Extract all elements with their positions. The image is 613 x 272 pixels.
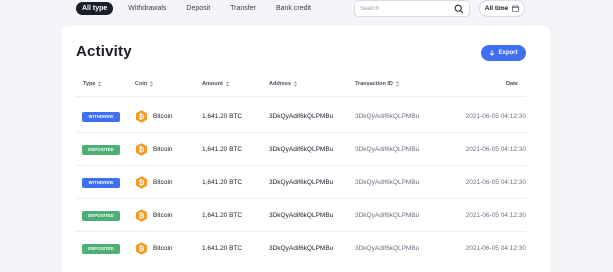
type-tabs: All type Withdrawals Deposit Transfer Ba… — [76, 2, 326, 15]
page-title: Activity — [76, 43, 132, 60]
svg-text:₿: ₿ — [139, 179, 145, 187]
table-row[interactable]: WITHDREW ₿ Bitcoin 1,641.20 BTC 3DkQyAdi… — [62, 100, 550, 133]
status-badge: WITHDREW — [82, 178, 120, 188]
svg-text:₿: ₿ — [139, 146, 145, 154]
coin-name: Bitcoin — [153, 212, 173, 219]
tab-all-type[interactable]: All type — [76, 2, 114, 15]
transaction-id: 3DkQyAdif6kQLPMBu — [355, 212, 420, 219]
status-badge: WITHDREW — [82, 112, 120, 122]
column-header-label: Amount — [202, 81, 223, 87]
calendar-icon — [512, 5, 520, 12]
filter-bar: All type Withdrawals Deposit Transfer Ba… — [0, 0, 613, 20]
amount: 1,641.20 BTC — [202, 179, 243, 186]
amount: 1,641.20 BTC — [202, 113, 243, 120]
sort-icon — [293, 81, 298, 87]
tab-bank-credit[interactable]: Bank credit — [271, 2, 316, 15]
download-icon — [490, 50, 495, 56]
time-filter-button[interactable]: All time — [479, 0, 525, 17]
coin-name: Bitcoin — [153, 179, 173, 186]
tab-transfer[interactable]: Transfer — [225, 2, 261, 15]
svg-text:₿: ₿ — [139, 245, 145, 253]
time-filter-label: All time — [484, 5, 509, 12]
table-row[interactable]: WITHDREW ₿ Bitcoin 1,641.20 BTC 3DkQyAdi… — [62, 166, 550, 199]
search-box — [354, 0, 470, 17]
address: 3DkQyAdif6kQLPMBu — [269, 146, 334, 153]
tab-withdrawals[interactable]: Withdrawals — [123, 2, 171, 15]
table-row[interactable]: DEPOSITED ₿ Bitcoin 1,641.20 BTC 3DkQyAd… — [62, 232, 550, 265]
address: 3DkQyAdif6kQLPMBu — [269, 179, 334, 186]
column-header-label: Address — [269, 81, 292, 87]
header-divider — [76, 96, 526, 97]
column-header-label: Coin — [135, 81, 148, 87]
coin-name: Bitcoin — [153, 146, 173, 153]
table-row[interactable]: DEPOSITED ₿ Bitcoin 1,641.20 BTC 3DkQyAd… — [62, 133, 550, 166]
address: 3DkQyAdif6kQLPMBu — [269, 212, 334, 219]
coin-name: Bitcoin — [153, 245, 173, 252]
column-header-type[interactable]: Type — [83, 79, 102, 89]
column-header-address[interactable]: Address — [269, 79, 298, 89]
column-header-date[interactable]: Date — [506, 79, 518, 89]
column-header-coin[interactable]: Coin — [135, 79, 154, 89]
tab-deposit[interactable]: Deposit — [181, 2, 215, 15]
column-header-label: Date — [506, 81, 518, 87]
column-header-label: Transaction ID — [355, 81, 393, 87]
date: 2021-06-05 04:12:30 — [465, 113, 526, 120]
export-button[interactable]: Export — [481, 45, 526, 61]
date: 2021-06-05 04:12:30 — [465, 146, 526, 153]
date: 2021-06-05 04:12:30 — [465, 212, 526, 219]
svg-text:₿: ₿ — [139, 212, 145, 220]
column-header-amount[interactable]: Amount — [202, 79, 230, 89]
status-badge: DEPOSITED — [82, 244, 120, 254]
transaction-id: 3DkQyAdif6kQLPMBu — [355, 245, 420, 252]
export-label: Export — [498, 50, 518, 56]
search-icon[interactable] — [454, 4, 464, 14]
table-row[interactable]: DEPOSITED ₿ Bitcoin 1,641.20 BTC 3DkQyAd… — [62, 199, 550, 232]
activity-card: Activity Export Type Coin Amount Address… — [62, 26, 550, 272]
sort-icon — [98, 81, 102, 87]
date: 2021-06-05 04:12:30 — [465, 179, 526, 186]
address: 3DkQyAdif6kQLPMBu — [269, 245, 334, 252]
bitcoin-icon: ₿ — [136, 110, 147, 123]
sort-icon — [395, 81, 400, 87]
status-badge: DEPOSITED — [82, 145, 120, 155]
date: 2021-06-05 04:12:30 — [465, 245, 526, 252]
sort-icon — [225, 81, 230, 87]
bitcoin-icon: ₿ — [136, 242, 147, 255]
amount: 1,641.20 BTC — [202, 146, 243, 153]
amount: 1,641.20 BTC — [202, 212, 243, 219]
bitcoin-icon: ₿ — [136, 143, 147, 156]
column-header-label: Type — [83, 81, 96, 87]
status-badge: DEPOSITED — [82, 211, 120, 221]
transaction-id: 3DkQyAdif6kQLPMBu — [355, 113, 420, 120]
transaction-id: 3DkQyAdif6kQLPMBu — [355, 146, 420, 153]
sort-icon — [149, 81, 154, 87]
amount: 1,641.20 BTC — [202, 245, 243, 252]
coin-name: Bitcoin — [153, 113, 173, 120]
column-header-txid[interactable]: Transaction ID — [355, 79, 400, 89]
bitcoin-icon: ₿ — [136, 209, 147, 222]
transaction-id: 3DkQyAdif6kQLPMBu — [355, 179, 420, 186]
search-input[interactable] — [360, 5, 450, 12]
svg-text:₿: ₿ — [139, 113, 145, 121]
address: 3DkQyAdif6kQLPMBu — [269, 113, 334, 120]
bitcoin-icon: ₿ — [136, 176, 147, 189]
